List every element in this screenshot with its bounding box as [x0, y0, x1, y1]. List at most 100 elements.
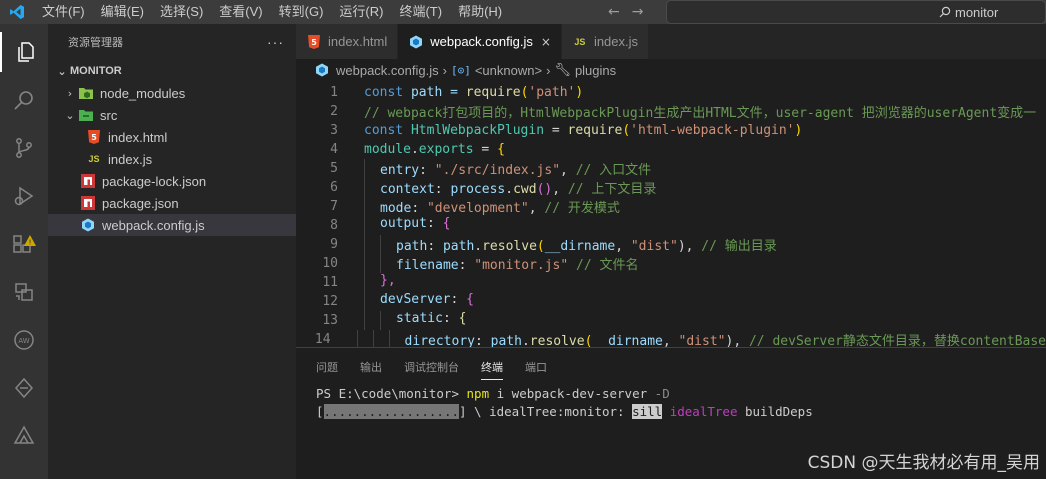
terminal[interactable]: PS E:\code\monitor> npm i webpack-dev-se… [296, 386, 1046, 422]
line-number: 13 [322, 313, 338, 328]
extensions-icon[interactable]: ! [0, 224, 48, 264]
breadcrumb-property[interactable]: plugins [575, 63, 616, 78]
menu-run[interactable]: 运行(R) [331, 0, 391, 24]
explorer-title: 资源管理器 [68, 37, 123, 49]
breadcrumb-symbol[interactable]: <unknown> [475, 63, 542, 78]
code-text: static: { [364, 311, 466, 330]
tab-webpack-config-js[interactable]: webpack.config.js × [398, 24, 562, 59]
code-text: mode: "development", // 开发模式 [364, 197, 620, 216]
tree-item-src[interactable]: ⌄ src [48, 104, 296, 126]
menu-selection[interactable]: 选择(S) [152, 0, 211, 24]
code-text: const HtmlWebpackPlugin = require('html-… [364, 123, 803, 138]
code-line: 10 filename: "monitor.js" // 文件名 [296, 254, 1046, 273]
tree-item-label: index.js [108, 151, 153, 167]
menu-file[interactable]: 文件(F) [34, 0, 93, 24]
html-icon: 5 [86, 129, 102, 145]
folder-src-icon [78, 107, 94, 123]
line-number: 12 [322, 294, 338, 309]
code-editor[interactable]: 1 const path = require('path') 2 // webpac… [296, 83, 1046, 371]
code-text: }, [364, 273, 396, 292]
tree-item-package-lock-json[interactable]: package-lock.json [48, 170, 296, 192]
code-line: 4 module.exports = { [296, 140, 1046, 159]
line-number: 3 [330, 123, 338, 138]
aws-icon[interactable]: AW [0, 320, 48, 360]
npm-icon [80, 173, 96, 189]
tree-icon[interactable] [0, 416, 48, 456]
webpack-icon [314, 62, 330, 78]
tree-item-label: node_modules [100, 85, 186, 101]
code-line: 2 // webpack打包项目的，HtmlWebpackPlugin生成产出HT… [296, 102, 1046, 121]
webpack-icon [408, 34, 424, 50]
breadcrumb-file[interactable]: webpack.config.js [336, 63, 439, 78]
line-number: 11 [322, 275, 338, 290]
tree-item-label: package-lock.json [102, 173, 207, 189]
tab-debug-console[interactable]: 调试控制台 [404, 359, 459, 375]
menu-terminal[interactable]: 终端(T) [391, 0, 450, 24]
code-line: 9 path: path.resolve(__dirname, "dist"), … [296, 235, 1046, 254]
terminal-line: [..................] \ idealTree:monitor… [316, 404, 813, 419]
code-text: context: process.cwd(), // 上下文目录 [364, 178, 656, 197]
menu-view[interactable]: 查看(V) [211, 0, 270, 24]
tree-item-index-html[interactable]: 5 index.html [48, 126, 296, 148]
source-control-icon[interactable] [0, 128, 48, 168]
line-number: 7 [330, 199, 338, 214]
code-line: 5 entry: "./src/index.js", // 入口文件 [296, 159, 1046, 178]
npm-icon [80, 195, 96, 211]
menu-edit[interactable]: 编辑(E) [93, 0, 152, 24]
search-icon [939, 6, 951, 18]
menu-help[interactable]: 帮助(H) [450, 0, 510, 24]
breadcrumb: webpack.config.js › [⊙] <unknown> › 🔧︎ p… [296, 59, 1046, 81]
js-icon: JS [574, 36, 586, 47]
tab-ports[interactable]: 端口 [525, 359, 547, 375]
svg-text:5: 5 [91, 133, 97, 142]
menu-go[interactable]: 转到(G) [271, 0, 332, 24]
tree-item-index-js[interactable]: JS index.js [48, 148, 296, 170]
panel-tabs: 问题 输出 调试控制台 终端 端口 [296, 348, 1046, 386]
menu-bar: 文件(F) 编辑(E) 选择(S) 查看(V) 转到(G) 运行(R) 终端(T… [34, 0, 510, 24]
code-text: devServer: { [364, 292, 474, 311]
tab-index-js[interactable]: JS index.js [561, 24, 650, 59]
run-debug-icon[interactable] [0, 176, 48, 216]
line-number: 6 [330, 180, 338, 195]
tree-item-package-json[interactable]: package.json [48, 192, 296, 214]
tab-label: webpack.config.js [430, 34, 533, 49]
close-icon[interactable]: × [541, 35, 551, 49]
explorer-sidebar: 资源管理器 ··· ⌄ MONITOR › node_modules ⌄ src… [48, 24, 296, 479]
html-icon: 5 [306, 34, 322, 50]
forward-arrow-icon[interactable]: → [632, 4, 644, 20]
explorer-icon[interactable] [0, 32, 48, 72]
code-text: filename: "monitor.js" // 文件名 [364, 254, 639, 273]
line-number: 2 [330, 104, 338, 119]
tab-problems[interactable]: 问题 [316, 359, 338, 375]
code-line: 12 devServer: { [296, 292, 1046, 311]
webpack-icon [80, 217, 96, 233]
code-line: 3 const HtmlWebpackPlugin = require('html… [296, 121, 1046, 140]
svg-text:AW: AW [18, 337, 29, 345]
more-actions-icon[interactable]: ··· [267, 34, 284, 50]
tab-output[interactable]: 输出 [360, 359, 382, 375]
editor-tabs: 5 index.html webpack.config.js × JS inde… [296, 24, 1046, 59]
gitlens-icon[interactable] [0, 368, 48, 408]
command-center-search[interactable]: monitor [666, 0, 1046, 24]
breadcrumb-separator: › [546, 62, 551, 78]
code-line: 8 output: { [296, 216, 1046, 235]
back-arrow-icon[interactable]: ← [608, 4, 620, 20]
tree-item-label: src [100, 107, 118, 123]
line-number: 1 [330, 85, 338, 100]
code-line: 7 mode: "development", // 开发模式 [296, 197, 1046, 216]
tree-item-node-modules[interactable]: › node_modules [48, 82, 296, 104]
chevron-down-icon: ⌄ [65, 108, 75, 122]
remote-explorer-icon[interactable] [0, 272, 48, 312]
svg-text:5: 5 [311, 38, 317, 47]
code-text: // webpack打包项目的，HtmlWebpackPlugin生成产出HTM… [364, 106, 1037, 121]
workspace-name: MONITOR [70, 65, 122, 77]
workspace-section[interactable]: ⌄ MONITOR [48, 60, 296, 82]
title-bar: 文件(F) 编辑(E) 选择(S) 查看(V) 转到(G) 运行(R) 终端(T… [0, 0, 1046, 24]
line-number: 10 [322, 256, 338, 271]
tab-terminal[interactable]: 终端 [481, 359, 503, 380]
search-icon[interactable] [0, 80, 48, 120]
tab-index-html[interactable]: 5 index.html [296, 24, 399, 59]
tree-item-webpack-config-js[interactable]: webpack.config.js [48, 214, 296, 236]
tab-label: index.html [328, 34, 388, 49]
code-text: const path = require('path') [364, 85, 584, 100]
